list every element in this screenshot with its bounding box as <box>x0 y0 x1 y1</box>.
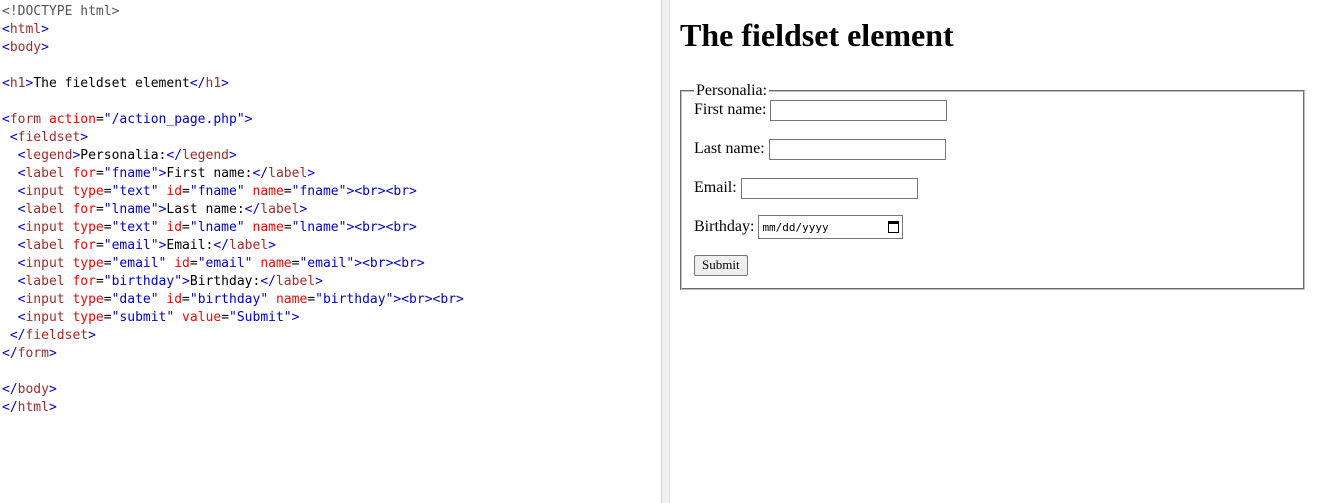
form: Personalia: First name: Last name: Email… <box>680 83 1326 290</box>
submit-row: Submit <box>694 254 1291 276</box>
code-line: </form> <box>2 346 57 361</box>
birthday-row: Birthday: mm/dd/yyyy <box>694 215 1291 239</box>
code-line: <label for="email">Email:</label> <box>17 238 276 253</box>
code-editor[interactable]: <!DOCTYPE html> <html> <body> <h1>The field… <box>0 0 661 503</box>
code-line: </body> <box>2 382 57 397</box>
email-label: Email: <box>694 179 737 196</box>
first-name-row: First name: <box>694 99 1291 121</box>
submit-button[interactable]: Submit <box>694 254 748 276</box>
last-name-input[interactable] <box>768 138 946 160</box>
code-line: <!DOCTYPE html> <box>2 4 120 19</box>
birthday-label: Birthday: <box>694 218 755 235</box>
code-line: <fieldset> <box>9 130 89 145</box>
pane-divider[interactable] <box>661 0 670 503</box>
code-line: <input type="submit" value="Submit"> <box>17 310 300 325</box>
code-line: <label for="birthday">Birthday:</label> <box>17 274 323 289</box>
last-name-row: Last name: <box>694 138 1291 160</box>
code-line: <input type="text" id="lname" name="lnam… <box>17 220 417 235</box>
fieldset-legend: Personalia: <box>696 82 768 99</box>
email-input[interactable] <box>740 177 918 199</box>
code-line: <html> <box>2 22 49 37</box>
last-name-label: Last name: <box>694 140 765 157</box>
code-line: <h1>The fieldset element</h1> <box>2 76 229 91</box>
birthday-placeholder: mm/dd/yyyy <box>762 220 829 234</box>
code-line: <label for="lname">Last name:</label> <box>17 202 308 217</box>
page-heading: The fieldset element <box>680 17 954 53</box>
code-line: <body> <box>2 40 49 55</box>
birthday-date-input[interactable]: mm/dd/yyyy <box>758 215 904 239</box>
code-line: <form action="/action_page.php"> <box>2 112 253 127</box>
personalia-fieldset: Personalia: First name: Last name: Email… <box>680 83 1305 290</box>
first-name-input[interactable] <box>770 99 948 121</box>
calendar-icon[interactable] <box>888 221 900 233</box>
result-frame: The fieldset element Personalia: First n… <box>670 0 1334 503</box>
code-line: <label for="fname">First name:</label> <box>17 166 316 181</box>
code-line: </fieldset> <box>9 328 96 343</box>
code-line: <input type="text" id="fname" name="fnam… <box>17 184 417 199</box>
code-text[interactable]: <!DOCTYPE html> <html> <body> <h1>The field… <box>0 0 661 417</box>
email-row: Email: <box>694 177 1291 199</box>
first-name-label: First name: <box>694 101 767 118</box>
code-line: <legend>Personalia:</legend> <box>17 148 237 163</box>
code-line: <input type="email" id="email" name="ema… <box>17 256 425 271</box>
code-line: </html> <box>2 400 57 415</box>
code-line: <input type="date" id="birthday" name="b… <box>17 292 464 307</box>
